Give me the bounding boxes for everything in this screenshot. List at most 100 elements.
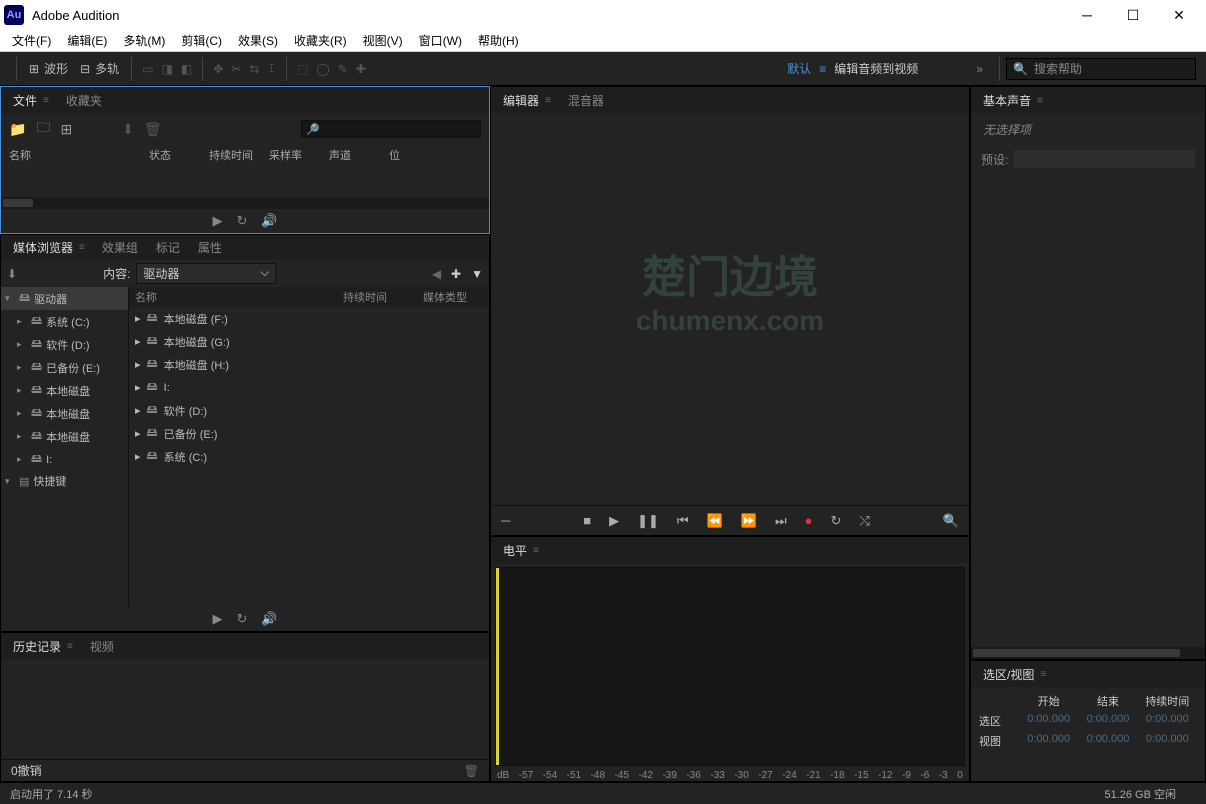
col-name[interactable]: 名称 <box>9 147 149 163</box>
tool-move-icon[interactable]: ✥ <box>209 59 227 79</box>
workspace-editvideo[interactable]: 编辑音频到视频 <box>826 60 926 77</box>
tab-video[interactable]: 视频 <box>88 634 116 659</box>
tab-levels[interactable]: 电平≡ <box>501 538 540 563</box>
tool-hud-icon[interactable]: ▭ <box>138 59 157 79</box>
sv-view-start[interactable]: 0:00.000 <box>1019 733 1078 749</box>
tool-marquee-icon[interactable]: ⬚ <box>293 59 312 79</box>
tool-heal-icon[interactable]: ✚ <box>352 59 370 79</box>
back-icon[interactable]: ◀ <box>432 267 441 281</box>
workspace-menu-icon[interactable]: ≡ <box>819 62 826 76</box>
menu-clip[interactable]: 剪辑(C) <box>173 32 230 49</box>
col-channels[interactable]: 声道 <box>329 147 389 163</box>
new-file-icon[interactable]: ⊞ <box>60 121 72 138</box>
menu-multitrack[interactable]: 多轨(M) <box>115 32 173 49</box>
menu-edit[interactable]: 编辑(E) <box>59 32 115 49</box>
goto-start-button[interactable]: ⏮ <box>677 513 689 529</box>
multitrack-view-button[interactable]: ⊟ 多轨 <box>74 57 125 80</box>
pause-button[interactable]: ❚❚ <box>637 513 659 529</box>
files-search[interactable]: 🔎 <box>301 120 481 138</box>
editor-canvas[interactable]: 楚门边境 chumenx.com <box>491 113 969 505</box>
list-col-duration[interactable]: 持续时间 <box>343 289 423 305</box>
list-item[interactable]: ▸🖴本地磁盘 (F:) <box>129 307 489 330</box>
sv-sel-end[interactable]: 0:00.000 <box>1078 713 1137 729</box>
tab-markers[interactable]: 标记 <box>154 235 182 260</box>
workspace-more-icon[interactable]: » <box>966 62 993 76</box>
tab-editor[interactable]: 编辑器≡ <box>501 88 552 113</box>
col-status[interactable]: 状态 <box>149 147 209 163</box>
tool-time-icon[interactable]: 𝙸 <box>263 58 279 79</box>
autoplay-icon[interactable]: 🔊 <box>261 611 277 627</box>
skip-button[interactable]: ⤭ <box>859 513 869 529</box>
record-button[interactable]: ● <box>805 513 813 528</box>
waveform-view-button[interactable]: ⊞ 波形 <box>23 57 74 80</box>
loop-icon[interactable]: ↻ <box>236 611 247 627</box>
stop-button[interactable]: ■ <box>583 513 591 528</box>
forward-button[interactable]: ⏩ <box>741 513 757 529</box>
loop-icon[interactable]: ↻ <box>236 213 247 229</box>
tab-essential-sound[interactable]: 基本声音≡ <box>981 88 1044 113</box>
rewind-button[interactable]: ⏪ <box>707 513 723 529</box>
col-duration[interactable]: 持续时间 <box>209 147 269 163</box>
maximize-button[interactable]: ☐ <box>1110 0 1156 30</box>
list-item[interactable]: ▸🖴系统 (C:) <box>129 445 489 468</box>
tree-drive-local3[interactable]: ▸🖴本地磁盘 <box>1 425 128 448</box>
list-col-name[interactable]: 名称 <box>135 289 343 305</box>
tree-drive-e[interactable]: ▸🖴已备份 (E:) <box>1 356 128 379</box>
tool-pitch-icon[interactable]: ◧ <box>177 59 196 79</box>
zoom-out-icon[interactable]: ─ <box>491 513 510 528</box>
play-icon[interactable]: ▶ <box>212 611 222 627</box>
menu-help[interactable]: 帮助(H) <box>470 32 527 49</box>
close-button[interactable]: ✕ <box>1156 0 1202 30</box>
zoom-icon[interactable]: 🔍 <box>943 513 969 529</box>
autoplay-icon[interactable]: 🔊 <box>261 213 277 229</box>
sv-view-dur[interactable]: 0:00.000 <box>1138 733 1197 749</box>
es-scrollbar[interactable] <box>971 647 1205 659</box>
tool-slip-icon[interactable]: ⇆ <box>245 59 263 79</box>
tab-media-browser[interactable]: 媒体浏览器≡ <box>11 235 86 260</box>
tab-effects-rack[interactable]: 效果组 <box>100 235 140 260</box>
tab-properties[interactable]: 属性 <box>196 235 224 260</box>
tab-mixer[interactable]: 混音器 <box>566 88 606 113</box>
menu-view[interactable]: 视图(V) <box>355 32 411 49</box>
tree-drive-local1[interactable]: ▸🖴本地磁盘 <box>1 379 128 402</box>
play-icon[interactable]: ▶ <box>212 213 222 229</box>
menu-file[interactable]: 文件(F) <box>4 32 59 49</box>
files-scrollbar[interactable] <box>1 197 489 209</box>
tool-brush-icon[interactable]: ✎ <box>334 59 352 79</box>
tree-drive-c[interactable]: ▸🖴系统 (C:) <box>1 310 128 333</box>
col-samplerate[interactable]: 采样率 <box>269 147 329 163</box>
list-item[interactable]: ▸🖴已备份 (E:) <box>129 422 489 445</box>
preset-dropdown[interactable] <box>1014 150 1195 168</box>
content-dropdown[interactable]: 驱动器⌵ <box>136 263 276 284</box>
list-item[interactable]: ▸🖴软件 (D:) <box>129 399 489 422</box>
menu-window[interactable]: 窗口(W) <box>411 32 470 49</box>
list-item[interactable]: ▸🖴本地磁盘 (G:) <box>129 330 489 353</box>
tree-drive-d[interactable]: ▸🖴软件 (D:) <box>1 333 128 356</box>
tab-history[interactable]: 历史记录≡ <box>11 634 74 659</box>
tool-spectral-icon[interactable]: ◨ <box>158 59 177 79</box>
tab-files[interactable]: 文件≡ <box>11 88 50 113</box>
col-bit[interactable]: 位 <box>389 147 449 163</box>
sv-sel-start[interactable]: 0:00.000 <box>1019 713 1078 729</box>
tool-razor-icon[interactable]: ✂ <box>227 59 245 79</box>
menu-favorites[interactable]: 收藏夹(R) <box>286 32 355 49</box>
tree-drive-i[interactable]: ▸🖴I: <box>1 448 128 471</box>
import-icon[interactable]: 🗀 <box>36 117 50 141</box>
new-folder-icon[interactable]: ✚ <box>441 267 471 281</box>
sv-view-end[interactable]: 0:00.000 <box>1078 733 1137 749</box>
open-file-icon[interactable]: 📁 <box>9 121 26 138</box>
tree-drive-local2[interactable]: ▸🖴本地磁盘 <box>1 402 128 425</box>
tree-root-drives[interactable]: ▾🖴驱动器 <box>1 287 128 310</box>
download-icon[interactable]: ⬇ <box>7 267 23 281</box>
filter-icon[interactable]: ▼ <box>471 267 483 281</box>
list-item[interactable]: ▸🖴I: <box>129 376 489 399</box>
sv-sel-dur[interactable]: 0:00.000 <box>1138 713 1197 729</box>
trash-icon[interactable]: 🗑 <box>464 764 479 778</box>
play-button[interactable]: ▶ <box>609 513 619 529</box>
workspace-default[interactable]: 默认 <box>779 60 819 77</box>
minimize-button[interactable]: ─ <box>1064 0 1110 30</box>
menu-effects[interactable]: 效果(S) <box>230 32 286 49</box>
list-col-type[interactable]: 媒体类型 <box>423 289 483 305</box>
list-item[interactable]: ▸🖴本地磁盘 (H:) <box>129 353 489 376</box>
search-help[interactable]: 🔍 搜索帮助 <box>1006 58 1196 80</box>
